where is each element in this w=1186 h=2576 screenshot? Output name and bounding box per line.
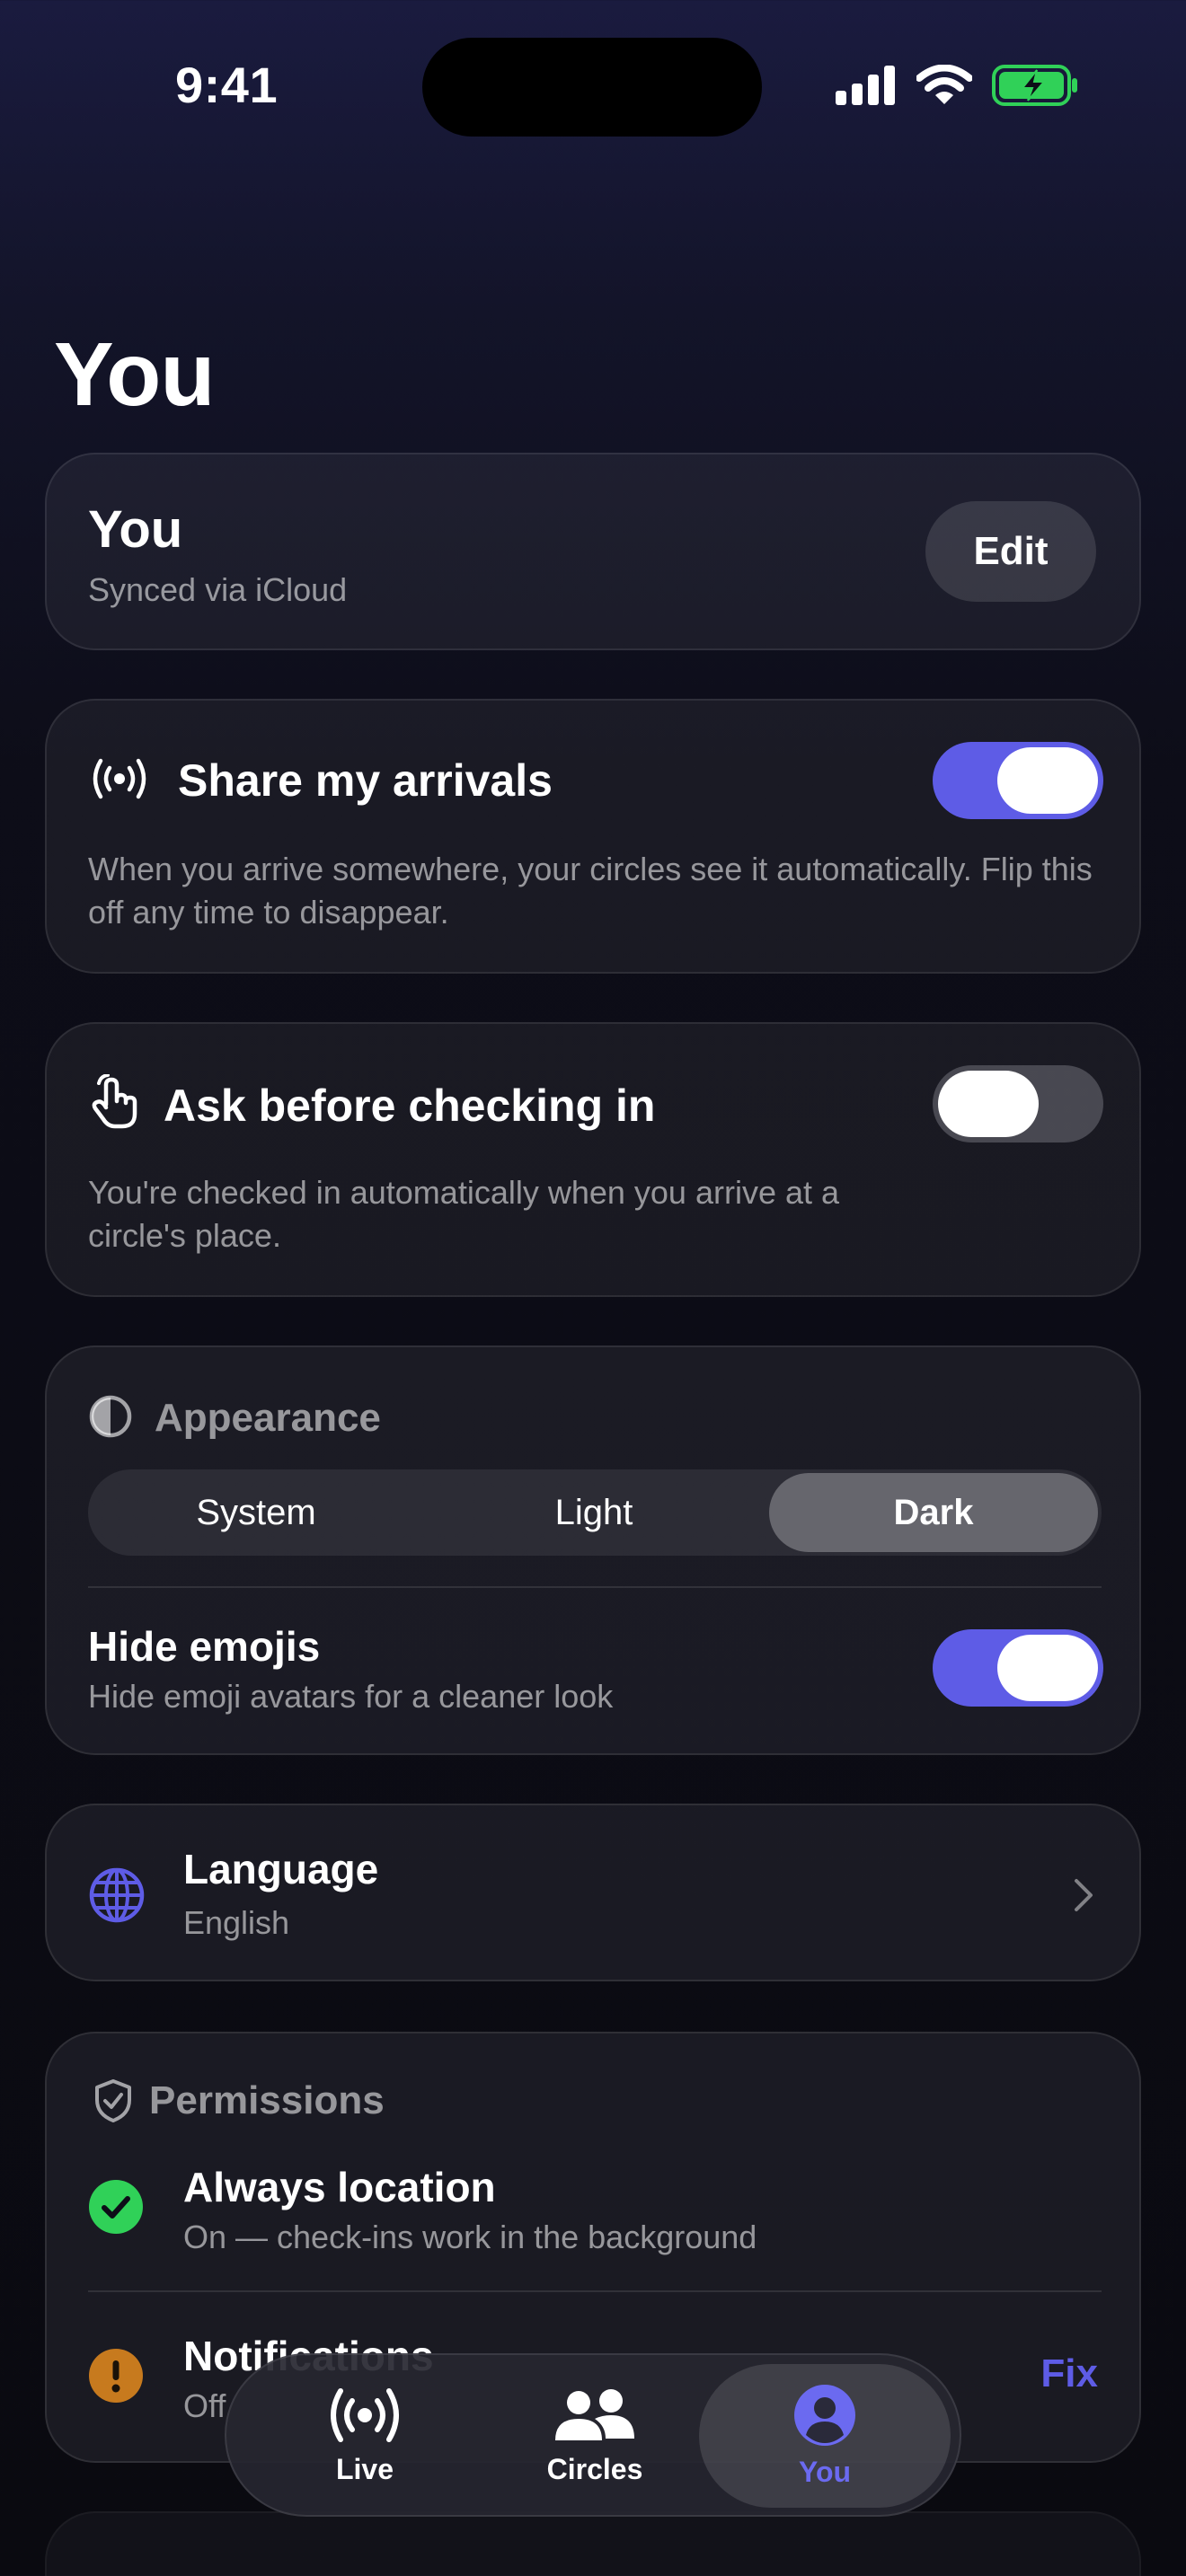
ask-checkin-description: You're checked in automatically when you…: [88, 1174, 840, 1254]
chevron-right-icon: [1075, 1879, 1093, 1911]
status-time: 9:41: [175, 57, 279, 113]
profile-sync-status: Synced via iCloud: [88, 571, 348, 608]
tab-circles[interactable]: Circles: [469, 2364, 721, 2508]
appearance-title: Appearance: [155, 1396, 381, 1440]
always-location-subtitle: On — check-ins work in the background: [183, 2219, 757, 2255]
share-arrivals-description: When you arrive somewhere, your circles …: [88, 851, 1093, 931]
tab-circles-label: Circles: [546, 2452, 643, 2485]
divider: [88, 2290, 1102, 2292]
shield-check-icon: [95, 2079, 131, 2122]
status-bar: 9:41: [0, 0, 1186, 171]
hide-emojis-toggle[interactable]: [933, 1629, 1103, 1707]
profile-name: You: [88, 500, 183, 559]
language-title: Language: [183, 1846, 379, 1892]
globe-icon: [89, 1867, 145, 1923]
toggle-knob: [997, 747, 1098, 814]
toggle-knob: [938, 1071, 1039, 1137]
permissions-title: Permissions: [149, 2078, 385, 2122]
edit-profile-button[interactable]: Edit: [925, 501, 1096, 602]
share-arrivals-toggle[interactable]: [933, 742, 1103, 819]
wifi-icon: [916, 65, 972, 104]
ask-checkin-title: Ask before checking in: [164, 1081, 656, 1131]
appearance-option-dark[interactable]: Dark: [769, 1473, 1098, 1552]
broadcast-icon: [331, 2387, 399, 2442]
next-section-card: [45, 2511, 1141, 2576]
status-icons: [836, 65, 1078, 106]
warning-circle-icon: [89, 2349, 143, 2403]
language-row[interactable]: Language English: [45, 1804, 1141, 1981]
cellular-signal-icon: [836, 66, 895, 105]
people-icon: [555, 2388, 634, 2440]
hide-emojis-subtitle: Hide emoji avatars for a cleaner look: [88, 1678, 614, 1715]
divider: [88, 1586, 1102, 1588]
broadcast-icon: [93, 758, 146, 799]
tab-bar: Live Circles You: [225, 2353, 961, 2517]
always-location-title: Always location: [183, 2164, 496, 2210]
share-arrivals-card: Share my arrivals When you arrive somewh…: [45, 699, 1141, 974]
half-circle-contrast-icon: [89, 1395, 132, 1438]
ask-checkin-toggle[interactable]: [933, 1065, 1103, 1142]
appearance-segmented-control: System Light Dark: [88, 1469, 1102, 1556]
hand-tap-icon: [92, 1074, 137, 1129]
tab-you[interactable]: You: [699, 2364, 951, 2508]
profile-card: You Synced via iCloud Edit: [45, 453, 1141, 650]
page-title: You: [54, 324, 215, 425]
fix-notifications-button[interactable]: Fix: [1040, 2351, 1098, 2396]
share-arrivals-title: Share my arrivals: [178, 755, 553, 806]
notifications-subtitle: Off: [183, 2387, 226, 2424]
battery-charging-icon: [992, 65, 1077, 106]
toggle-knob: [997, 1635, 1098, 1701]
tab-live-label: Live: [335, 2452, 394, 2485]
hide-emojis-title: Hide emojis: [88, 1623, 321, 1670]
appearance-card: Appearance System Light Dark Hide emojis…: [45, 1345, 1141, 1755]
tab-live[interactable]: Live: [239, 2364, 491, 2508]
person-circle-icon: [794, 2384, 855, 2446]
appearance-option-light[interactable]: Light: [429, 1473, 758, 1552]
appearance-option-system[interactable]: System: [92, 1473, 420, 1552]
tab-you-label: You: [798, 2455, 852, 2488]
check-circle-icon: [89, 2180, 143, 2234]
language-value: English: [183, 1904, 290, 1941]
ask-checkin-card: Ask before checking in You're checked in…: [45, 1022, 1141, 1297]
dynamic-island: [422, 38, 762, 137]
